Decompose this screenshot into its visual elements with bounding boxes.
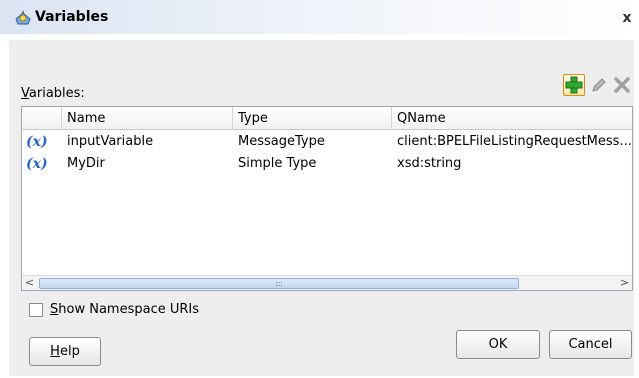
- help-button[interactable]: Help: [29, 337, 101, 366]
- delete-variable-button[interactable]: [613, 76, 631, 94]
- variables-label-mnemonic: V: [21, 86, 29, 101]
- help-label-rest: elp: [59, 344, 80, 359]
- grip-icon: [276, 282, 282, 286]
- scrollbar-thumb[interactable]: [39, 278, 519, 289]
- column-header-name[interactable]: Name: [62, 107, 233, 130]
- edit-variable-button[interactable]: [590, 76, 608, 94]
- table-row[interactable]: (x) MyDir Simple Type xsd:string: [22, 153, 632, 175]
- horizontal-scrollbar[interactable]: < >: [22, 275, 632, 290]
- variable-name-cell: inputVariable: [67, 134, 154, 149]
- add-icon: [565, 76, 583, 94]
- window-title: Variables: [35, 9, 109, 25]
- jdeveloper-app-icon: [14, 9, 32, 27]
- show-namespace-checkbox[interactable]: [29, 303, 43, 317]
- variables-table: Name Type QName (x) inputVariable Messag…: [21, 106, 633, 291]
- close-icon[interactable]: x: [620, 11, 634, 25]
- variables-label-rest: ariables:: [28, 86, 85, 101]
- table-row[interactable]: (x) inputVariable MessageType client:BPE…: [22, 131, 632, 153]
- show-namespace-rest: how Namespace URIs: [58, 302, 199, 317]
- cancel-button[interactable]: Cancel: [549, 330, 632, 359]
- variable-type-cell: MessageType: [238, 134, 325, 149]
- variable-icon: (x): [26, 134, 48, 150]
- column-header-type[interactable]: Type: [233, 107, 392, 130]
- icon-column-header[interactable]: [22, 107, 62, 130]
- table-header: Name Type QName: [22, 107, 632, 130]
- scroll-left-icon[interactable]: <: [22, 276, 37, 291]
- edit-pencil-icon: [592, 78, 606, 92]
- scroll-right-icon[interactable]: >: [617, 276, 632, 291]
- variable-qname-cell: xsd:string: [397, 156, 462, 171]
- variables-dialog: Variables x Variables: Name Type QName (…: [0, 0, 639, 378]
- help-mnemonic: H: [50, 344, 60, 359]
- variables-label: Variables:: [21, 86, 85, 101]
- column-header-qname[interactable]: QName: [392, 107, 632, 130]
- show-namespace-label[interactable]: Show Namespace URIs: [50, 302, 199, 317]
- variable-icon: (x): [26, 156, 48, 172]
- add-variable-button[interactable]: [563, 74, 585, 96]
- variable-qname-cell: client:BPELFileListingRequestMess...: [397, 134, 632, 149]
- variable-name-cell: MyDir: [67, 156, 105, 171]
- title-bar[interactable]: Variables x: [0, 0, 639, 34]
- delete-x-icon: [614, 77, 630, 93]
- ok-button[interactable]: OK: [456, 330, 540, 359]
- variable-type-cell: Simple Type: [238, 156, 317, 171]
